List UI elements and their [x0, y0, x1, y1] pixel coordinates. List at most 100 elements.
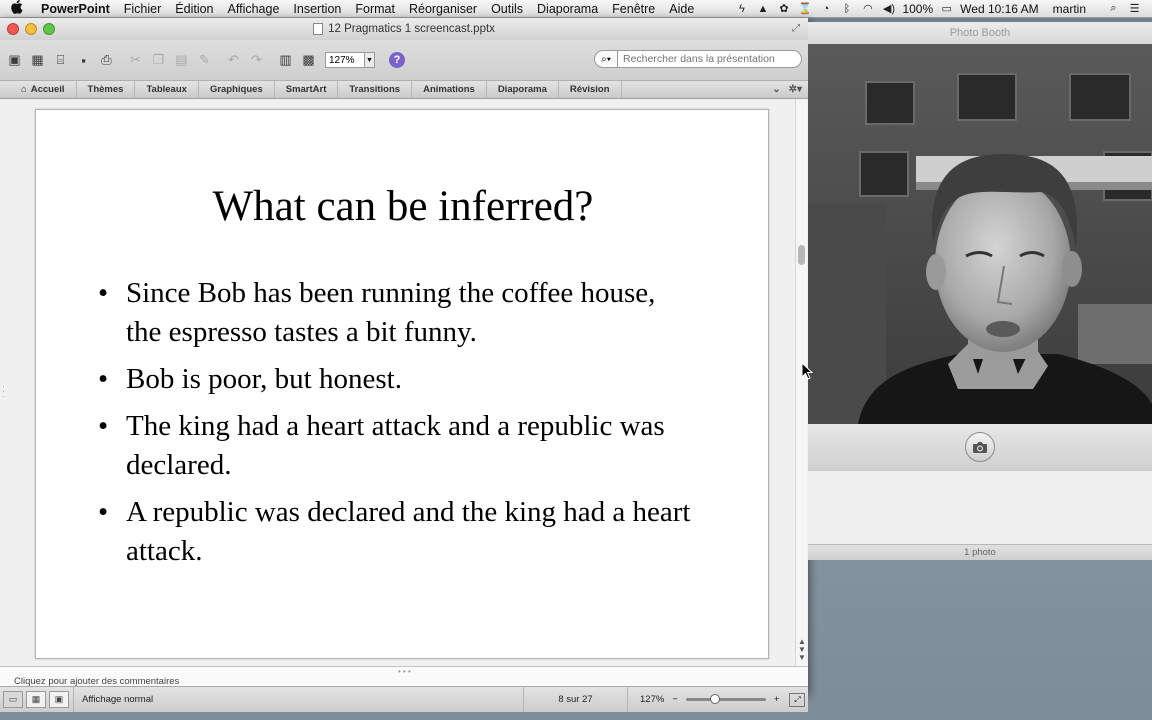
cut-icon[interactable]: ✂: [125, 50, 146, 70]
tab-revision[interactable]: Révision: [559, 81, 622, 98]
redo-icon[interactable]: ↷: [246, 50, 267, 70]
apple-menu-icon[interactable]: [0, 0, 34, 17]
save-icon[interactable]: ▪: [73, 50, 94, 70]
menu-outils[interactable]: Outils: [484, 2, 530, 16]
status-zoom: 127%: [640, 694, 665, 705]
slide-title[interactable]: What can be inferred?: [36, 182, 770, 231]
slide-bullet: • Bob is poor, but honest.: [98, 360, 698, 399]
ribbon-settings-icon[interactable]: ✲▾: [789, 84, 802, 95]
new-presentation-icon[interactable]: ▣: [4, 50, 25, 70]
bullet-dot: •: [98, 410, 109, 442]
search-icon[interactable]: ⌕▾: [594, 50, 618, 68]
templates-icon[interactable]: ▦: [27, 50, 48, 70]
time-machine-icon[interactable]: ◔: [818, 2, 833, 15]
sync-icon[interactable]: ✿: [776, 2, 791, 15]
slide-sorter-icon[interactable]: ▦: [26, 691, 46, 708]
volume-icon[interactable]: ◀): [881, 2, 896, 15]
slideshow-icon[interactable]: ▣: [49, 691, 69, 708]
photobooth-controls: [808, 424, 1152, 470]
photobooth-title: Photo Booth: [949, 27, 1011, 39]
zoom-out-icon[interactable]: −: [672, 694, 678, 705]
menu-fichier[interactable]: Fichier: [117, 2, 169, 16]
close-button[interactable]: [7, 23, 19, 35]
ribbon-collapse-icon[interactable]: ⌄: [772, 84, 780, 95]
menu-app-name[interactable]: PowerPoint: [34, 2, 117, 16]
document-icon: [313, 23, 324, 35]
menu-insertion[interactable]: Insertion: [286, 2, 348, 16]
bullet-text: Since Bob has been running the coffee ho…: [126, 277, 656, 348]
fit-to-window-icon[interactable]: ⤢: [789, 692, 806, 707]
undo-icon[interactable]: ↶: [223, 50, 244, 70]
battery-icon[interactable]: ▭: [939, 2, 954, 15]
menu-diaporama[interactable]: Diaporama: [530, 2, 605, 16]
print-icon[interactable]: ⎙: [96, 50, 117, 70]
menu-fenetre[interactable]: Fenêtre: [605, 2, 662, 16]
menu-edition[interactable]: Édition: [168, 2, 220, 16]
pane-resize-grip[interactable]: · · ·: [2, 382, 5, 401]
open-icon[interactable]: ⌸: [50, 50, 71, 70]
maximize-button[interactable]: [43, 23, 55, 35]
photobooth-titlebar[interactable]: Photo Booth: [808, 22, 1152, 44]
format-painter-icon[interactable]: ✎: [194, 50, 215, 70]
tab-themes[interactable]: Thèmes: [77, 81, 136, 98]
ribbon-tabs: ⌂ Accueil Thèmes Tableaux Graphiques Sma…: [0, 80, 808, 99]
zoom-slider-knob[interactable]: [709, 694, 720, 704]
fullscreen-icon[interactable]: ⤢: [792, 23, 800, 34]
hourglass-icon[interactable]: ⌛: [797, 2, 812, 15]
flash-icon[interactable]: ϟ: [734, 2, 749, 15]
menubar-clock[interactable]: Wed 10:16 AM: [960, 2, 1039, 16]
slide-nav-arrows-icon[interactable]: ▲ ▼ ▼: [797, 638, 807, 662]
search-input[interactable]: [618, 50, 802, 68]
tab-smartart[interactable]: SmartArt: [275, 81, 339, 98]
bluetooth-icon[interactable]: ᛒ: [839, 2, 854, 15]
bullet-dot: •: [98, 277, 109, 309]
tab-transitions[interactable]: Transitions: [338, 81, 413, 98]
status-bar: ▭ ▦ ▣ Affichage normal 8 sur 27 127% − +…: [0, 686, 808, 712]
take-photo-button[interactable]: [965, 432, 995, 462]
media-browser-icon[interactable]: ▩: [298, 50, 319, 70]
window-title: 12 Pragmatics 1 screencast.pptx: [328, 23, 495, 35]
menu-affichage[interactable]: Affichage: [221, 2, 287, 16]
tab-diaporama[interactable]: Diaporama: [487, 81, 559, 98]
zoom-in-icon[interactable]: +: [774, 694, 780, 705]
drive-icon[interactable]: ▲: [755, 2, 770, 15]
copy-icon[interactable]: ❐: [148, 50, 169, 70]
menu-reorganiser[interactable]: Réorganiser: [402, 2, 484, 16]
zoom-select[interactable]: 127%: [325, 52, 365, 68]
tab-graphiques[interactable]: Graphiques: [199, 81, 275, 98]
battery-percent: 100%: [902, 1, 934, 16]
slide-bullet: • Since Bob has been running the coffee h…: [98, 274, 698, 352]
chevron-down-icon[interactable]: ▼: [365, 52, 375, 68]
help-button[interactable]: ?: [389, 52, 405, 68]
zoom-slider[interactable]: [685, 694, 766, 704]
menu-format[interactable]: Format: [348, 2, 402, 16]
tab-tableaux[interactable]: Tableaux: [135, 81, 199, 98]
menubar-user[interactable]: martin: [1053, 2, 1086, 16]
minimize-button[interactable]: [25, 23, 37, 35]
slide-position: 8 sur 27: [558, 694, 593, 705]
notes-resize-grip[interactable]: • • •: [398, 667, 411, 676]
spotlight-search-icon[interactable]: ⌕: [1106, 2, 1121, 15]
bullet-dot: •: [98, 363, 109, 395]
slide-position-cell: 8 sur 27: [523, 687, 627, 712]
menu-aide[interactable]: Aide: [662, 2, 701, 16]
normal-view-icon[interactable]: ▭: [3, 691, 23, 708]
tab-accueil[interactable]: ⌂ Accueil: [10, 81, 77, 98]
powerpoint-titlebar[interactable]: 12 Pragmatics 1 screencast.pptx ⤢: [0, 18, 808, 40]
bullet-text: A republic was declared and the king had…: [126, 496, 691, 567]
notification-list-icon[interactable]: ☰: [1127, 2, 1142, 15]
tab-animations[interactable]: Animations: [412, 81, 487, 98]
vertical-scrollbar[interactable]: ▲ ▼ ▼: [795, 99, 807, 666]
search-box: ⌕▾: [594, 50, 802, 68]
paste-icon[interactable]: ▤: [171, 50, 192, 70]
photobooth-window: Photo Booth 1 photo: [808, 22, 1152, 560]
notes-pane[interactable]: • • • Cliquez pour ajouter des commentai…: [0, 666, 808, 686]
view-label-cell: Affichage normal: [73, 687, 523, 712]
sidebar-toggle-icon[interactable]: ▥: [275, 50, 296, 70]
slide-canvas[interactable]: What can be inferred? • Since Bob has bee…: [35, 109, 769, 659]
wifi-icon[interactable]: ◠: [860, 2, 875, 15]
slide-bullet-list[interactable]: • Since Bob has been running the coffee h…: [98, 274, 698, 579]
photo-strip[interactable]: [808, 470, 1152, 544]
scrollbar-thumb[interactable]: [798, 245, 805, 265]
slide-editor: · · · What can be inferred? • Since Bob has…: [0, 99, 808, 666]
